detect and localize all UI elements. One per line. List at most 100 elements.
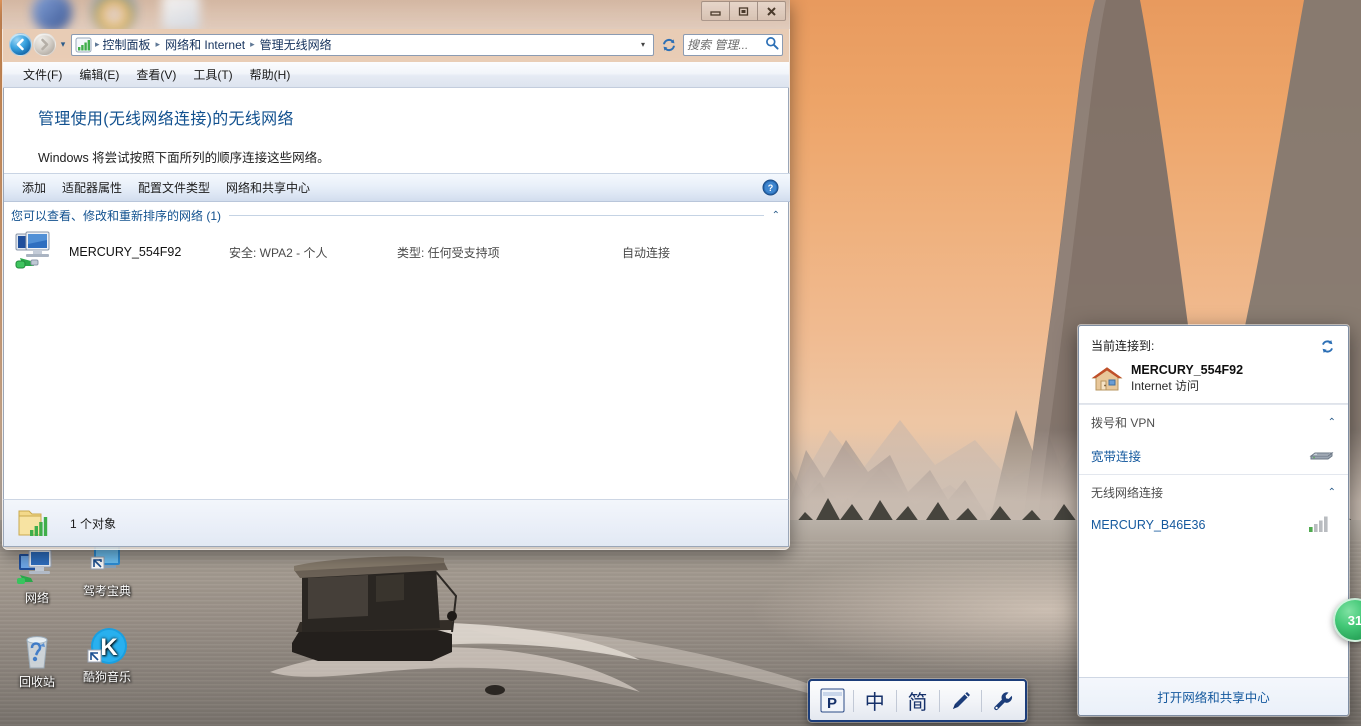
group-collapse-chevron-icon[interactable]: ⌃ xyxy=(1328,417,1336,428)
network-security: 安全: WPA2 - 个人 xyxy=(229,245,328,260)
footer-link-label[interactable]: 打开网络和共享中心 xyxy=(1157,687,1270,706)
connected-ssid: MERCURY_554F92 xyxy=(1131,363,1244,377)
wireless-network-list[interactable]: MERCURY_554F92 安全: WPA2 - 个人 类型: 任何受支持项 … xyxy=(4,228,790,499)
desktop-icon-label: 酷狗音乐 xyxy=(82,670,131,684)
status-text: 1 个对象 xyxy=(70,516,117,531)
search-input[interactable]: 搜索 管理... xyxy=(687,36,765,53)
connected-access-status: Internet 访问 xyxy=(1131,379,1200,393)
ime-language-bar[interactable]: P 中 简 xyxy=(808,679,1027,722)
command-network-sharing-center[interactable]: 网络和共享中心 xyxy=(218,175,318,200)
group-collapse-chevron-icon[interactable]: ⌃ xyxy=(1328,487,1336,498)
ime-settings-icon[interactable] xyxy=(986,684,1020,717)
recycle-bin-icon xyxy=(15,632,59,672)
ime-separator xyxy=(895,689,897,712)
list-item-wireless-network[interactable]: MERCURY_B46E36 xyxy=(1079,509,1348,544)
breadcrumb-item-control-panel[interactable]: 控制面板 xyxy=(102,35,154,54)
ime-logo-icon[interactable]: P xyxy=(815,684,849,717)
list-item-broadband-connection[interactable]: 宽带连接 xyxy=(1079,439,1348,474)
titlebar-bleed-icon-b xyxy=(92,0,136,29)
menu-file[interactable]: 文件(F) xyxy=(15,63,70,86)
home-network-icon xyxy=(1091,365,1123,393)
search-icon xyxy=(765,36,779,53)
section-collapse-chevron-icon[interactable]: ⌃ xyxy=(772,210,780,221)
ime-chinese-mode[interactable]: 中 xyxy=(858,684,892,717)
group-title: 拨号和 VPN xyxy=(1091,416,1156,430)
section-header[interactable]: 您可以查看、修改和重新排序的网络 (1) ⌃ xyxy=(4,202,790,228)
desktop-icon-network[interactable]: 网络 xyxy=(0,548,74,605)
modem-icon xyxy=(1308,445,1336,465)
address-bar[interactable]: ▸ 控制面板 ▸ 网络和 Internet ▸ 管理无线网络 ▾ xyxy=(71,33,654,56)
network-flyout-body: 当前连接到: MERCURY_554F92 Internet 访问 拨号和 VP… xyxy=(1079,326,1348,677)
explorer-window[interactable]: ▾ ▸ 控制面板 ▸ 网络和 Internet ▸ 管理无线网络 ▾ 搜索 管理… xyxy=(2,0,790,550)
menu-tools[interactable]: 工具(T) xyxy=(185,63,240,86)
close-button[interactable] xyxy=(757,1,786,21)
menu-help[interactable]: 帮助(H) xyxy=(242,63,299,86)
command-profile-type[interactable]: 配置文件类型 xyxy=(130,175,218,200)
ime-separator xyxy=(938,689,940,712)
breadcrumb-item-manage-wireless[interactable]: 管理无线网络 xyxy=(257,35,335,54)
menu-bar[interactable]: 文件(F) 编辑(E) 查看(V) 工具(T) 帮助(H) xyxy=(3,62,789,88)
section-label: 您可以查看、修改和重新排序的网络 (1) xyxy=(11,208,222,223)
breadcrumb-separator-1: ▸ xyxy=(155,39,161,49)
status-bar: 1 个对象 xyxy=(3,499,789,547)
command-adapter-properties[interactable]: 适配器属性 xyxy=(54,175,130,200)
recent-pages-chevron[interactable]: ▾ xyxy=(56,39,70,50)
refresh-button[interactable] xyxy=(658,34,679,55)
window-titlebar[interactable] xyxy=(2,0,790,29)
ime-separator xyxy=(981,689,982,712)
ime-separator xyxy=(853,689,854,712)
page-header: 管理使用(无线网络连接)的无线网络 Windows 将尝试按照下面所列的顺序连接… xyxy=(4,88,788,166)
group-header-dialup-vpn[interactable]: 拨号和 VPN ⌃ xyxy=(1079,404,1348,439)
titlebar-bleed-icon-a xyxy=(32,0,72,29)
breadcrumb-separator-2: ▸ xyxy=(250,39,255,49)
network-flyout-panel[interactable]: 当前连接到: MERCURY_554F92 Internet 访问 拨号和 VP… xyxy=(1078,325,1349,716)
desktop[interactable]: 网络 驾考宝典 回收站 K 酷狗音乐 ▾ ▸ 控制面板 ▸ 网络和 Intern… xyxy=(0,0,1361,726)
minimize-button[interactable] xyxy=(701,1,730,21)
open-network-sharing-center-button[interactable]: 打开网络和共享中心 xyxy=(1079,677,1348,715)
wireless-folder-icon xyxy=(16,503,58,543)
navigation-bar[interactable]: ▾ ▸ 控制面板 ▸ 网络和 Internet ▸ 管理无线网络 ▾ 搜索 管理… xyxy=(2,29,790,60)
desktop-icon-label: 回收站 xyxy=(18,675,55,689)
kugou-icon: K xyxy=(85,627,129,667)
breadcrumb-item-network-internet[interactable]: 网络和 Internet xyxy=(162,35,248,54)
refresh-icon[interactable] xyxy=(1318,337,1336,355)
table-row[interactable]: MERCURY_554F92 安全: WPA2 - 个人 类型: 任何受支持项 … xyxy=(4,228,790,276)
connection-name[interactable]: 宽带连接 xyxy=(1091,446,1308,465)
address-dropdown-chevron-icon[interactable]: ▾ xyxy=(635,40,651,49)
desktop-icon-label: 驾考宝典 xyxy=(82,584,131,598)
page-subtitle: Windows 将尝试按照下面所列的顺序连接这些网络。 xyxy=(38,151,330,165)
network-name: MERCURY_554F92 xyxy=(69,245,182,259)
menu-view[interactable]: 查看(V) xyxy=(128,63,184,86)
command-bar[interactable]: 添加 适配器属性 配置文件类型 网络和共享中心 ? xyxy=(4,173,790,202)
help-button[interactable]: ? xyxy=(760,178,780,198)
group-title: 无线网络连接 xyxy=(1091,486,1164,500)
search-box[interactable]: 搜索 管理... xyxy=(683,33,783,56)
restore-button[interactable] xyxy=(729,1,758,21)
group-header-wireless[interactable]: 无线网络连接 ⌃ xyxy=(1079,474,1348,509)
forward-button[interactable] xyxy=(33,33,56,56)
desktop-icon-kugou[interactable]: K 酷狗音乐 xyxy=(70,627,144,684)
network-type: 类型: 任何受支持项 xyxy=(397,245,500,260)
back-button[interactable] xyxy=(9,33,32,56)
desktop-icon-label: 网络 xyxy=(24,591,49,605)
wireless-network-icon xyxy=(75,37,92,53)
wireless-profile-icon xyxy=(13,230,63,274)
menu-edit[interactable]: 编辑(E) xyxy=(71,63,127,86)
page-title: 管理使用(无线网络连接)的无线网络 xyxy=(38,111,294,128)
command-add[interactable]: 添加 xyxy=(14,175,54,200)
ime-simplified-mode[interactable]: 简 xyxy=(901,684,935,717)
section-rule xyxy=(229,214,764,216)
desktop-icon-recycle-bin[interactable]: 回收站 xyxy=(0,632,74,689)
signal-bars-icon xyxy=(1308,515,1336,535)
current-connection-row[interactable]: MERCURY_554F92 Internet 访问 xyxy=(1091,363,1336,394)
badge-count: 31 xyxy=(1347,612,1361,628)
svg-text:?: ? xyxy=(767,183,773,193)
network-autoconnect: 自动连接 xyxy=(622,245,671,260)
connection-name[interactable]: MERCURY_B46E36 xyxy=(1091,518,1308,532)
breadcrumb[interactable]: 控制面板 ▸ 网络和 Internet ▸ 管理无线网络 xyxy=(102,35,635,54)
breadcrumb-separator-0: ▸ xyxy=(95,39,100,49)
ime-handwriting-icon[interactable] xyxy=(943,684,977,717)
window-controls[interactable] xyxy=(701,1,786,21)
current-connection-section: 当前连接到: MERCURY_554F92 Internet 访问 xyxy=(1079,326,1348,404)
current-connection-label: 当前连接到: xyxy=(1091,339,1155,353)
